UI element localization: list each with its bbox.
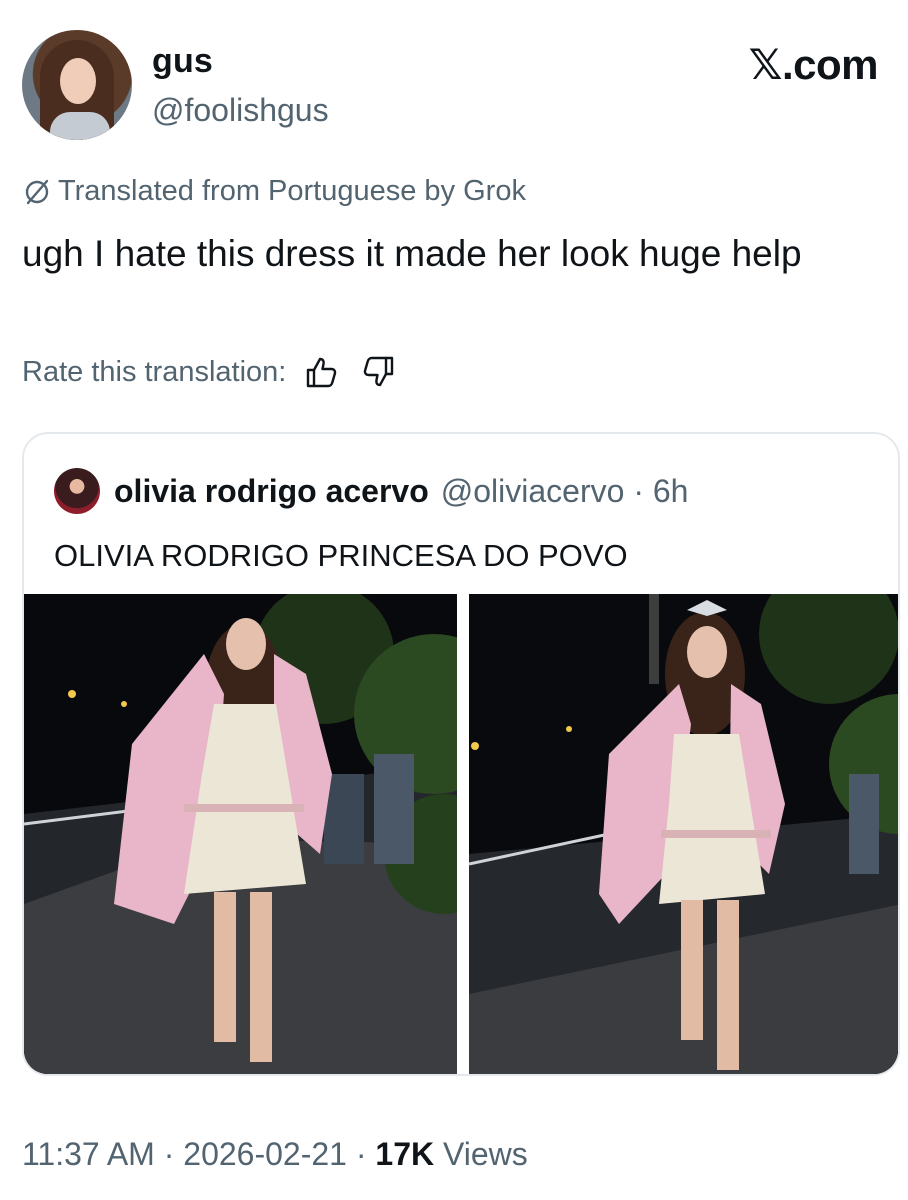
views-count: 17K bbox=[375, 1136, 435, 1172]
photo-2[interactable] bbox=[469, 594, 898, 1074]
brand-logo: 𝕏.com bbox=[748, 41, 879, 88]
thumbs-down-icon[interactable] bbox=[360, 354, 396, 390]
display-name[interactable]: gus bbox=[152, 42, 213, 81]
quoted-tweet-header: olivia rodrigo acervo @oliviacervo · 6h bbox=[54, 468, 688, 514]
tweet-meta: 11:37 AM · 2026-02-21 · 17K Views bbox=[22, 1136, 528, 1173]
rate-label: Rate this translation: bbox=[22, 355, 287, 388]
quoted-display-name[interactable]: olivia rodrigo acervo bbox=[114, 473, 429, 510]
quoted-user-avatar[interactable] bbox=[54, 468, 100, 514]
timestamp[interactable]: 11:37 AM · 2026-02-21 · bbox=[22, 1136, 375, 1172]
quoted-handle-time[interactable]: @oliviacervo · 6h bbox=[441, 473, 689, 510]
quoted-tweet[interactable]: olivia rodrigo acervo @oliviacervo · 6h … bbox=[22, 432, 900, 1076]
media-grid bbox=[24, 594, 898, 1074]
translation-label: Translated from Portuguese by Grok bbox=[58, 175, 526, 207]
grok-icon bbox=[25, 179, 49, 204]
translation-notice: Translated from Portuguese by Grok bbox=[22, 175, 526, 208]
views-label: Views bbox=[434, 1136, 528, 1172]
rate-translation: Rate this translation: bbox=[22, 354, 396, 390]
photo-1[interactable] bbox=[24, 594, 457, 1074]
tweet-text: ugh I hate this dress it made her look h… bbox=[22, 233, 802, 274]
user-handle[interactable]: @foolishgus bbox=[152, 92, 329, 129]
tweet-header: gus @foolishgus 𝕏.com bbox=[0, 0, 908, 160]
thumbs-up-icon[interactable] bbox=[304, 354, 340, 390]
photo-1-image bbox=[24, 594, 457, 1074]
photo-2-image bbox=[469, 594, 898, 1074]
user-avatar[interactable] bbox=[22, 30, 132, 140]
quoted-tweet-text: OLIVIA RODRIGO PRINCESA DO POVO bbox=[54, 538, 628, 573]
